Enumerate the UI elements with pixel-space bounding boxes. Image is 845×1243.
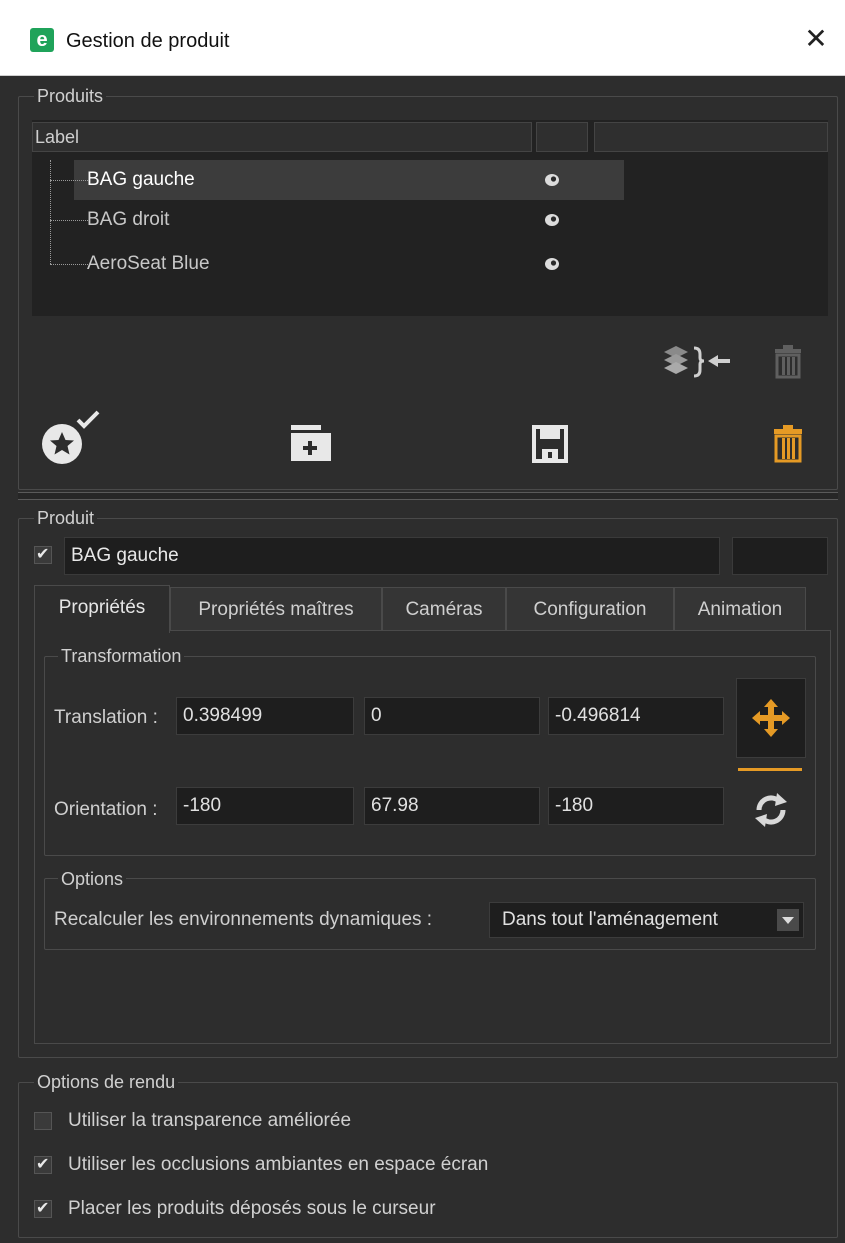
- product-legend: Produit: [34, 508, 98, 528]
- tab-configuration[interactable]: Configuration: [506, 587, 674, 631]
- list-item[interactable]: AeroSeat Blue: [32, 244, 828, 284]
- tab-animation[interactable]: Animation: [674, 587, 806, 631]
- validate-favorite-button[interactable]: [36, 408, 106, 470]
- move-arrows-icon: [752, 699, 790, 737]
- products-legend: Produits: [34, 86, 107, 106]
- product-enabled-checkbox[interactable]: [34, 544, 52, 564]
- save-floppy-icon: [532, 425, 568, 463]
- column-label-header[interactable]: Label: [32, 122, 532, 152]
- recalc-env-value: Dans tout l'aménagement: [502, 909, 718, 930]
- list-item[interactable]: BAG droit: [32, 200, 828, 240]
- list-item[interactable]: BAG gauche: [32, 160, 828, 200]
- place-under-cursor-checkbox[interactable]: [34, 1198, 52, 1218]
- list-item-label: AeroSeat Blue: [87, 253, 210, 274]
- move-mode-button[interactable]: [736, 678, 806, 758]
- product-list[interactable]: Label BAG gauche BAG droit AeroSeat Blue: [32, 120, 828, 316]
- window-title: Gestion de produit: [66, 30, 230, 52]
- chevron-down-icon[interactable]: [777, 909, 799, 931]
- translation-label: Translation :: [54, 707, 158, 728]
- list-header: Label: [32, 120, 828, 154]
- translation-z-input[interactable]: -0.496814: [548, 697, 724, 735]
- column-visibility-header[interactable]: [536, 122, 588, 152]
- visibility-eye-icon[interactable]: [544, 172, 560, 188]
- delete-item-button[interactable]: [768, 340, 808, 384]
- column-extra-header[interactable]: [594, 122, 828, 152]
- panel-splitter[interactable]: [18, 492, 838, 500]
- rotate-icon: [755, 793, 787, 827]
- list-item-label: BAG droit: [87, 209, 170, 230]
- enhanced-transparency-checkbox[interactable]: [34, 1112, 52, 1130]
- tree-branch: [50, 264, 90, 265]
- app-logo-icon: e: [30, 28, 54, 52]
- tab-proprietes[interactable]: Propriétés: [34, 585, 170, 633]
- orientation-z-input[interactable]: -180: [548, 787, 724, 825]
- title-bar: e Gestion de produit ✕: [0, 0, 845, 76]
- star-check-icon: [42, 410, 100, 464]
- orientation-y-input[interactable]: 67.98: [364, 787, 540, 825]
- visibility-eye-icon[interactable]: [544, 256, 560, 272]
- options-legend: Options: [58, 869, 127, 889]
- trash-icon: [774, 425, 802, 463]
- close-button[interactable]: ✕: [801, 24, 831, 54]
- ssao-label: Utiliser les occlusions ambiantes en esp…: [68, 1154, 489, 1175]
- recalc-env-label: Recalculer les environnements dynamiques…: [54, 909, 433, 930]
- merge-layers-button[interactable]: [660, 340, 734, 384]
- trash-icon: [775, 345, 801, 379]
- rotate-mode-button[interactable]: [736, 780, 806, 840]
- product-extra-field[interactable]: [732, 537, 828, 575]
- place-under-cursor-label: Placer les produits déposés sous le curs…: [68, 1198, 436, 1219]
- transformation-group: [44, 656, 816, 856]
- translation-y-input[interactable]: 0: [364, 697, 540, 735]
- transformation-legend: Transformation: [58, 646, 185, 666]
- translation-x-input[interactable]: 0.398499: [176, 697, 354, 735]
- tab-cameras[interactable]: Caméras: [382, 587, 506, 631]
- visibility-eye-icon[interactable]: [544, 212, 560, 228]
- orientation-x-input[interactable]: -180: [176, 787, 354, 825]
- product-name-input[interactable]: BAG gauche: [64, 537, 720, 575]
- recalc-env-select[interactable]: Dans tout l'aménagement: [489, 902, 804, 938]
- orientation-label: Orientation :: [54, 799, 158, 820]
- ssao-checkbox[interactable]: [34, 1154, 52, 1174]
- new-folder-button[interactable]: [286, 420, 336, 466]
- folder-add-icon: [291, 425, 331, 461]
- tree-branch: [50, 220, 90, 221]
- enhanced-transparency-label: Utiliser la transparence améliorée: [68, 1110, 352, 1131]
- list-item-label: BAG gauche: [87, 169, 195, 190]
- tab-proprietes-maitres[interactable]: Propriétés maîtres: [170, 587, 382, 631]
- save-button[interactable]: [528, 422, 572, 466]
- merge-layers-icon: [664, 346, 730, 378]
- tree-branch: [50, 180, 90, 181]
- delete-all-button[interactable]: [766, 420, 810, 468]
- move-mode-indicator: [738, 768, 802, 771]
- render-options-legend: Options de rendu: [34, 1072, 179, 1092]
